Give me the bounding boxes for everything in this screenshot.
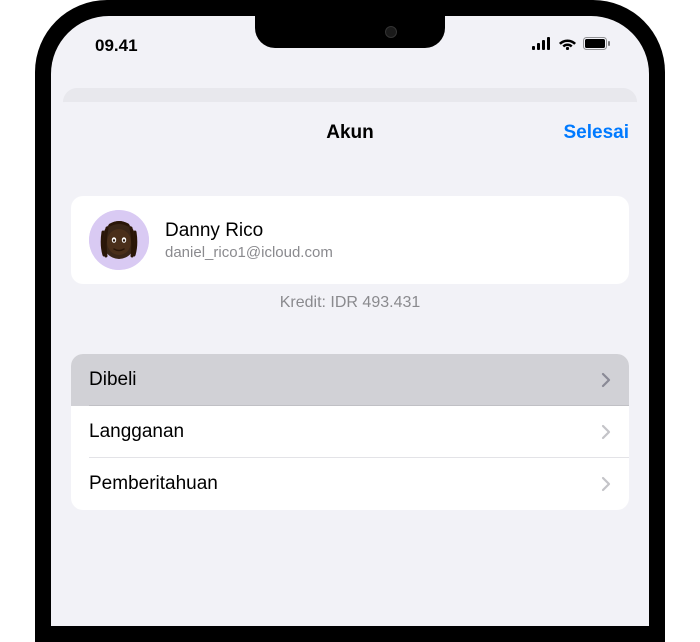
menu-item-subscriptions[interactable]: Langganan — [71, 406, 629, 458]
menu-item-label: Pemberitahuan — [89, 473, 218, 495]
modal-title: Akun — [326, 122, 374, 144]
chevron-right-icon — [601, 476, 611, 492]
credit-text: Kredit: IDR 493.431 — [51, 294, 649, 312]
chevron-right-icon — [601, 372, 611, 388]
avatar — [89, 210, 149, 270]
menu-item-purchased[interactable]: Dibeli — [71, 354, 629, 406]
profile-name: Danny Rico — [165, 220, 333, 242]
wifi-icon — [558, 37, 577, 55]
menu-item-label: Dibeli — [89, 369, 137, 391]
menu-list: Dibeli Langganan Pemberitahuan — [71, 354, 629, 510]
chevron-right-icon — [601, 424, 611, 440]
profile-email: daniel_rico1@icloud.com — [165, 244, 333, 261]
account-modal: Akun Selesai — [51, 102, 649, 626]
cellular-icon — [532, 37, 552, 55]
menu-item-label: Langganan — [89, 421, 184, 443]
modal-header: Akun Selesai — [51, 102, 649, 164]
profile-info: Danny Rico daniel_rico1@icloud.com — [165, 220, 333, 261]
phone-screen: 09.41 — [51, 16, 649, 626]
screen-content: 09.41 — [51, 16, 649, 626]
done-button[interactable]: Selesai — [564, 122, 630, 144]
phone-body: 09.41 — [35, 0, 665, 642]
notch — [255, 16, 445, 48]
profile-card[interactable]: Danny Rico daniel_rico1@icloud.com — [71, 196, 629, 284]
status-time: 09.41 — [81, 28, 138, 56]
front-camera — [385, 26, 397, 38]
battery-icon — [583, 37, 611, 55]
menu-item-notifications[interactable]: Pemberitahuan — [71, 458, 629, 510]
status-icons — [532, 29, 619, 55]
